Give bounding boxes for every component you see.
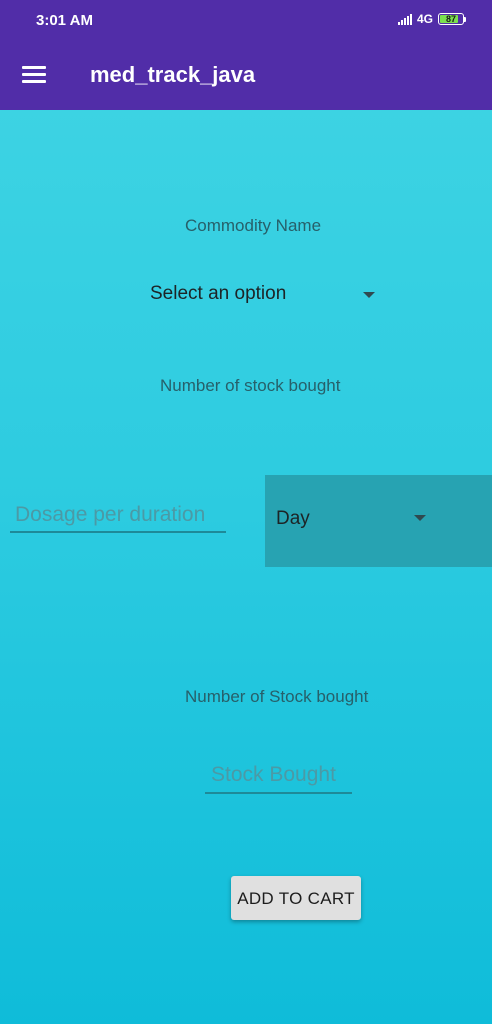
commodity-select-value: Select an option bbox=[150, 283, 287, 304]
network-type: 4G bbox=[416, 12, 433, 26]
add-to-cart-button[interactable]: ADD TO CART bbox=[231, 876, 361, 920]
app-screen: 3:01 AM 4G 87 med_track_java Commodity N… bbox=[0, 0, 492, 1024]
duration-select[interactable]: Day bbox=[265, 475, 492, 567]
dropdown-arrow-icon bbox=[363, 292, 375, 298]
stock-bought-label: Number of stock bought bbox=[160, 376, 341, 395]
dosage-per-duration-input[interactable]: Dosage per duration bbox=[10, 500, 226, 533]
status-bar: 3:01 AM 4G 87 bbox=[0, 0, 492, 42]
stock-bought-placeholder: Stock Bought bbox=[211, 763, 336, 786]
commodity-select[interactable]: Select an option bbox=[150, 283, 380, 309]
dosage-placeholder: Dosage per duration bbox=[15, 503, 206, 526]
hamburger-menu-icon[interactable] bbox=[22, 66, 46, 84]
stock-bought-label-2: Number of Stock bought bbox=[185, 687, 369, 706]
duration-select-value: Day bbox=[276, 508, 310, 529]
app-title: med_track_java bbox=[90, 62, 256, 87]
battery-icon: 87 bbox=[438, 13, 464, 25]
app-bar: med_track_java bbox=[0, 42, 492, 110]
status-indicators: 4G 87 bbox=[397, 12, 466, 26]
signal-icon bbox=[397, 13, 412, 25]
stock-bought-input[interactable]: Stock Bought bbox=[205, 761, 352, 794]
commodity-name-label: Commodity Name bbox=[185, 216, 322, 235]
battery-percent: 87 bbox=[445, 14, 456, 24]
status-time: 3:01 AM bbox=[36, 12, 93, 29]
dropdown-arrow-icon bbox=[414, 515, 426, 521]
